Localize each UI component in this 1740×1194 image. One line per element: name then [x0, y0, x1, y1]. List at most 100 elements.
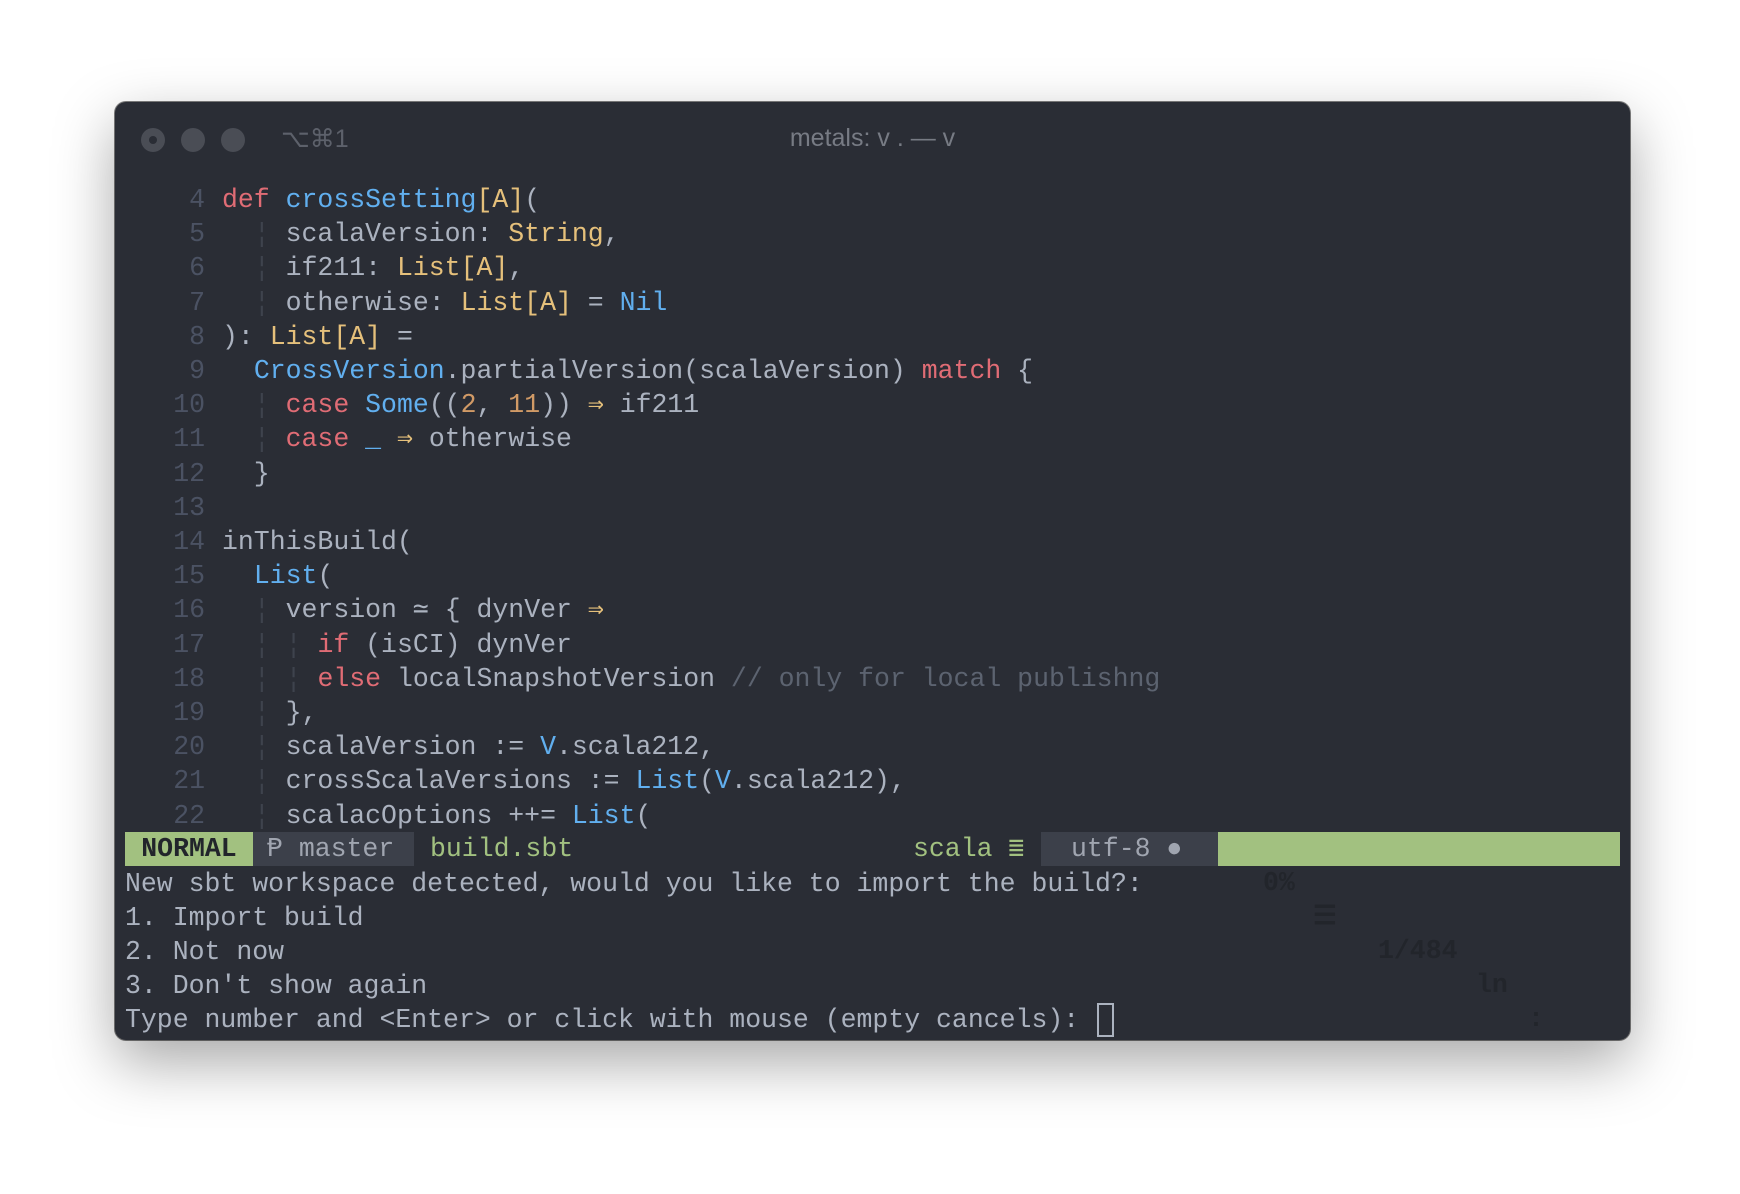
line-text: ¦ ¦ else localSnapshotVersion // only fo…: [222, 662, 1160, 696]
indent-guide: ¦: [253, 732, 270, 763]
code-token: .scala212),: [730, 766, 906, 797]
line-text: ): List[A] =: [222, 320, 413, 354]
code-token: case: [285, 390, 366, 421]
window-title: metals: v . — v: [789, 124, 956, 152]
code-token: [A]: [476, 185, 525, 215]
colon: :: [1528, 1004, 1544, 1034]
line-text: ¦ otherwise: List[A] = Nil: [222, 286, 668, 320]
code-token: =: [381, 321, 413, 352]
line-text: def crossSetting[A](: [222, 183, 540, 217]
indent-guide: ¦: [253, 390, 270, 421]
line-number: 21: [173, 766, 205, 797]
line-text: ¦ },: [222, 696, 318, 730]
code-token: )): [540, 390, 588, 421]
filetype: scala ≣: [913, 832, 1024, 866]
code-token: {: [1001, 356, 1034, 386]
prompt-option-3[interactable]: 3. Don't show again: [125, 969, 427, 1003]
code-token: Some: [365, 390, 429, 421]
git-branch: Ᵽ master: [253, 832, 414, 866]
code-token: scalaVersion:: [269, 219, 509, 250]
line-number: 5: [189, 219, 205, 250]
indent-guide: ¦: [253, 800, 270, 831]
line-number: 6: [189, 253, 205, 284]
line-number: 18: [173, 663, 205, 694]
branch-name: master: [298, 834, 395, 864]
code-token: V: [715, 766, 731, 797]
line-text: ¦ ¦ if (isCI) dynVer: [222, 628, 572, 662]
code-token: else: [317, 663, 382, 694]
line-number: 12: [173, 458, 205, 489]
code-token: }: [222, 458, 270, 489]
prompt-option-1[interactable]: 1. Import build: [125, 901, 364, 935]
filetype-label: scala: [913, 834, 993, 864]
line-number: 22: [173, 800, 205, 831]
line-number: 16: [173, 595, 205, 626]
statusline: NORMAL Ᵽ master build.sbt scala ≣ utf-8 …: [125, 832, 1620, 1040]
input-prompt: Type number and <Enter> or click with mo…: [125, 1005, 1096, 1035]
line-number: 8: [189, 321, 205, 352]
position-info: 0% ☰ 1/484 ln : 1: [1218, 832, 1620, 1040]
line-text: inThisBuild(: [222, 525, 413, 559]
code-token: if: [317, 629, 350, 660]
line-text: ¦ if211: List[A],: [222, 251, 524, 285]
code-token: List[A]: [269, 321, 382, 352]
mode-indicator: NORMAL: [125, 832, 253, 866]
line-text: ¦ scalaVersion: String,: [222, 217, 620, 251]
prompt-option-2[interactable]: 2. Not now: [125, 935, 284, 969]
code-token: inThisBuild(: [222, 527, 413, 557]
column: 1: [1576, 1036, 1592, 1040]
code-token: scalacOptions ++=: [269, 800, 572, 831]
code-token: ⇒: [396, 424, 413, 455]
code-token: def: [222, 185, 286, 215]
indent-guide: ¦: [253, 253, 270, 284]
indent-guide: ¦: [253, 595, 270, 626]
prompt-input-line[interactable]: Type number and <Enter> or click with mo…: [125, 1003, 1115, 1037]
code-token: .partialVersion(scalaVersion): [444, 356, 922, 386]
code-token: match: [921, 356, 1002, 386]
code-token: ,: [476, 390, 509, 421]
code-token: crossScalaVersions :=: [269, 766, 636, 797]
line-position: 1/484: [1378, 936, 1458, 966]
code-token: ,: [508, 253, 525, 284]
line-number: 13: [173, 492, 205, 523]
code-token: List: [571, 800, 636, 831]
code-token: List: [253, 561, 318, 592]
code-token: // only for local publishng: [730, 663, 1161, 694]
code-token: (isCI) dynVer: [349, 629, 572, 660]
code-token: scalaVersion :=: [269, 732, 541, 763]
code-token: .scala212,: [555, 732, 716, 763]
prompt-question: New sbt workspace detected, would you li…: [125, 869, 1143, 899]
code-token: 2: [460, 390, 477, 421]
code-token: List[A]: [460, 287, 572, 318]
line-text: CrossVersion.partialVersion(scalaVersion…: [222, 354, 1033, 388]
code-token: ):: [222, 321, 270, 352]
title-bar: ⌥⌘1 metals: v . — v: [115, 102, 1630, 176]
code-token: _: [365, 424, 382, 455]
code-token: version ≃ { dynVer: [269, 595, 588, 626]
encoding: utf-8 ●: [1041, 832, 1218, 866]
code-token: (: [317, 561, 334, 592]
line-number: 20: [173, 732, 205, 763]
text-cursor[interactable]: [1097, 1003, 1115, 1037]
code-token: otherwise:: [269, 287, 461, 318]
file-name: build.sbt: [430, 834, 574, 864]
encoding-label: utf-8: [1071, 834, 1151, 864]
code-token: case: [285, 424, 366, 455]
code-token: (: [635, 800, 652, 831]
code-token: (: [524, 185, 541, 215]
line-text: ¦ scalacOptions ++= List(: [222, 799, 652, 833]
code-token: String: [508, 219, 604, 250]
branch-icon: Ᵽ: [267, 834, 283, 864]
terminal-window: ⌥⌘1 metals: v . — v 4 def crossSetting[A]…: [115, 102, 1630, 1040]
